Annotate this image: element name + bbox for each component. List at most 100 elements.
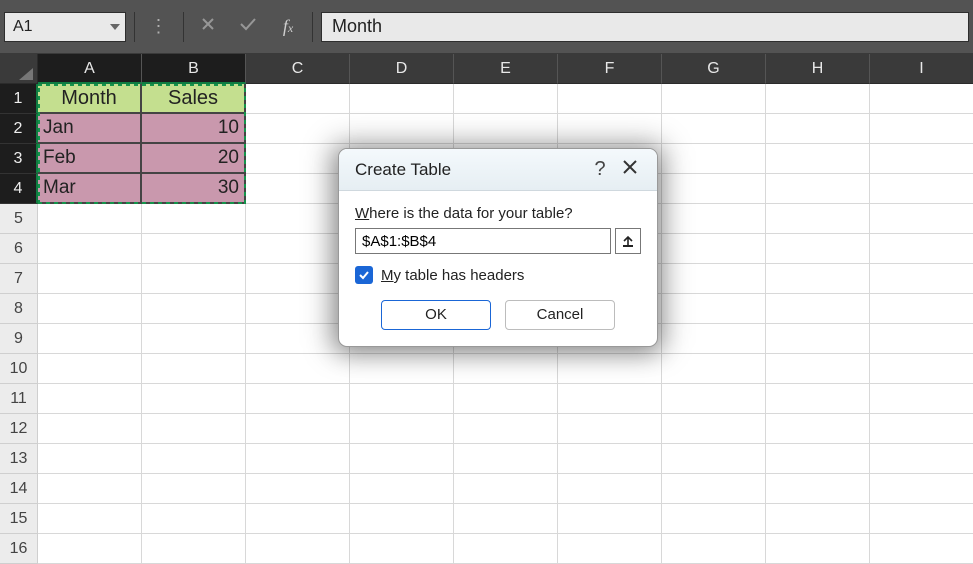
cell[interactable] bbox=[662, 354, 766, 384]
cell[interactable] bbox=[38, 354, 142, 384]
cell[interactable] bbox=[662, 234, 766, 264]
row-header[interactable]: 16 bbox=[0, 534, 38, 564]
cell[interactable] bbox=[766, 144, 870, 174]
cell[interactable] bbox=[766, 264, 870, 294]
cell[interactable] bbox=[142, 384, 246, 414]
cell[interactable] bbox=[350, 444, 454, 474]
cell[interactable] bbox=[870, 444, 973, 474]
cell[interactable] bbox=[766, 294, 870, 324]
cell[interactable] bbox=[350, 534, 454, 564]
cell[interactable] bbox=[662, 174, 766, 204]
cell[interactable] bbox=[766, 504, 870, 534]
column-header[interactable]: A bbox=[38, 54, 142, 84]
cell[interactable] bbox=[38, 234, 142, 264]
cell[interactable] bbox=[662, 474, 766, 504]
cell[interactable] bbox=[38, 384, 142, 414]
row-header[interactable]: 1 bbox=[0, 84, 38, 114]
cell[interactable] bbox=[38, 294, 142, 324]
cell[interactable] bbox=[38, 264, 142, 294]
row-header[interactable]: 7 bbox=[0, 264, 38, 294]
column-header[interactable]: H bbox=[766, 54, 870, 84]
cell[interactable] bbox=[870, 384, 973, 414]
cell[interactable] bbox=[766, 114, 870, 144]
cell[interactable] bbox=[662, 504, 766, 534]
cell[interactable] bbox=[142, 324, 246, 354]
cell[interactable] bbox=[558, 414, 662, 444]
cell[interactable] bbox=[246, 444, 350, 474]
name-box[interactable] bbox=[5, 13, 105, 41]
cell[interactable]: Feb bbox=[38, 144, 142, 174]
cell[interactable] bbox=[766, 234, 870, 264]
cell[interactable] bbox=[870, 84, 973, 114]
cell[interactable] bbox=[142, 534, 246, 564]
cell[interactable] bbox=[870, 294, 973, 324]
cell[interactable] bbox=[246, 534, 350, 564]
cell[interactable] bbox=[454, 114, 558, 144]
cell[interactable] bbox=[662, 264, 766, 294]
insert-function-button[interactable]: fx bbox=[268, 16, 308, 37]
cell[interactable] bbox=[766, 84, 870, 114]
table-range-input[interactable] bbox=[355, 228, 611, 254]
cell[interactable] bbox=[766, 354, 870, 384]
cell[interactable] bbox=[558, 504, 662, 534]
cell[interactable] bbox=[142, 264, 246, 294]
row-header[interactable]: 12 bbox=[0, 414, 38, 444]
cell[interactable] bbox=[870, 204, 973, 234]
headers-checkbox-row[interactable]: My table has headers bbox=[355, 266, 641, 284]
cell[interactable] bbox=[662, 204, 766, 234]
cell[interactable] bbox=[350, 414, 454, 444]
cell[interactable] bbox=[662, 324, 766, 354]
cell[interactable] bbox=[246, 504, 350, 534]
cell[interactable] bbox=[870, 234, 973, 264]
cell[interactable] bbox=[662, 84, 766, 114]
cell[interactable] bbox=[766, 204, 870, 234]
cell[interactable] bbox=[766, 474, 870, 504]
more-icon[interactable]: ⋮ bbox=[139, 16, 179, 37]
select-all-corner[interactable] bbox=[0, 54, 38, 84]
cell[interactable] bbox=[142, 444, 246, 474]
cell[interactable] bbox=[142, 234, 246, 264]
cell[interactable] bbox=[38, 204, 142, 234]
row-header[interactable]: 11 bbox=[0, 384, 38, 414]
cell[interactable] bbox=[662, 534, 766, 564]
cell[interactable] bbox=[870, 534, 973, 564]
cell[interactable] bbox=[246, 414, 350, 444]
column-header[interactable]: E bbox=[454, 54, 558, 84]
cell[interactable] bbox=[870, 414, 973, 444]
cell[interactable] bbox=[246, 384, 350, 414]
cell[interactable] bbox=[38, 474, 142, 504]
ok-button[interactable]: OK bbox=[381, 300, 491, 330]
cell[interactable] bbox=[38, 324, 142, 354]
cell[interactable] bbox=[142, 414, 246, 444]
cell[interactable]: Jan bbox=[38, 114, 142, 144]
cell[interactable] bbox=[558, 384, 662, 414]
cell[interactable] bbox=[662, 144, 766, 174]
name-box-wrap[interactable] bbox=[4, 12, 126, 42]
cell[interactable] bbox=[558, 474, 662, 504]
cell[interactable] bbox=[350, 84, 454, 114]
cell[interactable] bbox=[350, 114, 454, 144]
row-header[interactable]: 10 bbox=[0, 354, 38, 384]
cell[interactable] bbox=[38, 504, 142, 534]
cell[interactable] bbox=[142, 504, 246, 534]
cell[interactable] bbox=[870, 174, 973, 204]
cell[interactable]: Sales bbox=[142, 84, 246, 114]
cell[interactable] bbox=[454, 534, 558, 564]
cell[interactable] bbox=[454, 414, 558, 444]
cell[interactable] bbox=[142, 294, 246, 324]
column-header[interactable]: D bbox=[350, 54, 454, 84]
help-button[interactable]: ? bbox=[585, 158, 615, 181]
cell[interactable] bbox=[558, 114, 662, 144]
name-box-dropdown-icon[interactable] bbox=[105, 21, 125, 33]
cell[interactable] bbox=[246, 474, 350, 504]
row-header[interactable]: 8 bbox=[0, 294, 38, 324]
cell[interactable]: 10 bbox=[142, 114, 246, 144]
cell[interactable] bbox=[870, 264, 973, 294]
cell[interactable] bbox=[246, 354, 350, 384]
cell[interactable] bbox=[350, 474, 454, 504]
cell[interactable] bbox=[766, 174, 870, 204]
cell[interactable] bbox=[870, 474, 973, 504]
cell[interactable] bbox=[454, 354, 558, 384]
row-header[interactable]: 5 bbox=[0, 204, 38, 234]
cell[interactable] bbox=[662, 414, 766, 444]
